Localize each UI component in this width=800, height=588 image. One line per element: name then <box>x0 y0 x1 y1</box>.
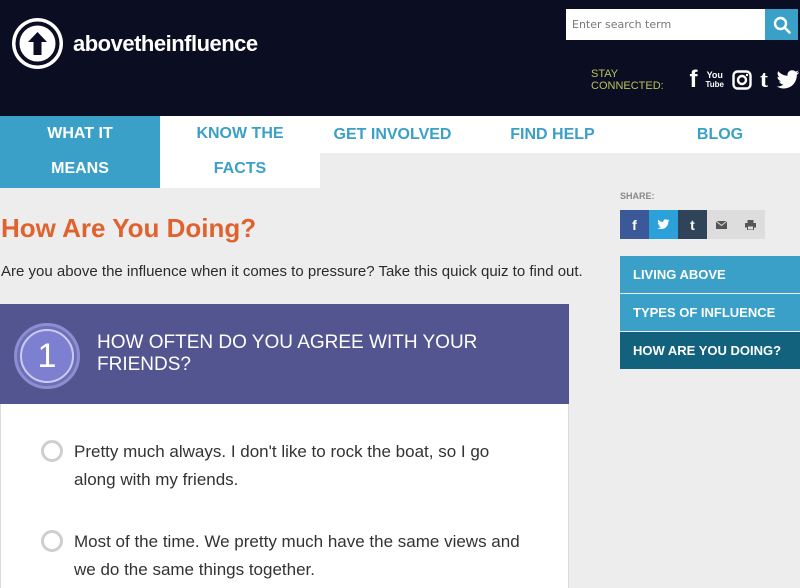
option-text: Pretty much always. I don't like to rock… <box>74 442 490 489</box>
nav-find-help[interactable]: FIND HELP <box>465 116 640 153</box>
nav-what-it-means-line1: WHAT IT <box>47 125 113 142</box>
logo-text: abovetheinfluence <box>73 30 258 56</box>
facebook-icon[interactable]: f <box>689 66 697 94</box>
nav-get-involved[interactable]: GET INVOLVED <box>320 116 465 153</box>
nav-what-it-means[interactable]: WHAT IT MEANS <box>0 116 160 188</box>
twitter-icon[interactable] <box>776 70 800 90</box>
nav-what-it-means-line2: MEANS <box>51 160 109 177</box>
share-buttons: f t <box>620 210 765 239</box>
site-logo[interactable]: abovetheinfluence <box>12 18 258 69</box>
sidebar-nav: LIVING ABOVE TYPES OF INFLUENCE HOW ARE … <box>620 256 800 370</box>
main-nav: WHAT IT MEANS KNOW THE FACTS GET INVOLVE… <box>0 116 800 188</box>
tumblr-icon[interactable]: t <box>760 67 768 94</box>
question-number: 1 <box>20 329 74 383</box>
share-tumblr-button[interactable]: t <box>678 210 707 239</box>
share-facebook-button[interactable]: f <box>620 210 649 239</box>
nav-blog[interactable]: BLOG <box>640 116 800 153</box>
print-icon <box>745 219 756 230</box>
search-button[interactable] <box>765 9 798 40</box>
option-text: Most of the time. We pretty much have th… <box>74 532 520 579</box>
facebook-icon: f <box>632 216 637 233</box>
quiz-options: Pretty much always. I don't like to rock… <box>0 404 569 588</box>
nav-know-the-facts-line1: KNOW THE <box>196 125 284 142</box>
tumblr-icon: t <box>690 216 695 233</box>
nav-rest <box>320 153 800 188</box>
sidebar-item-living-above[interactable]: LIVING ABOVE <box>620 256 800 293</box>
quiz-option[interactable]: Most of the time. We pretty much have th… <box>41 528 541 584</box>
question-text: HOW OFTEN DO YOU AGREE WITH YOUR FRIENDS… <box>97 332 478 375</box>
radio-button[interactable] <box>41 440 63 462</box>
youtube-icon-top: You <box>706 70 723 80</box>
up-arrow-logo-icon <box>12 18 63 69</box>
print-button[interactable] <box>736 210 765 239</box>
stay-connected: STAY CONNECTED: f You Tube t <box>591 66 800 94</box>
search-input[interactable] <box>566 9 765 40</box>
instagram-icon[interactable] <box>732 70 752 90</box>
nav-know-the-facts[interactable]: KNOW THE FACTS <box>160 116 320 188</box>
site-header: abovetheinfluence STAY CONNECTED: f You … <box>0 0 800 116</box>
stay-connected-label: STAY CONNECTED: <box>591 68 664 92</box>
quiz-option[interactable]: Pretty much always. I don't like to rock… <box>41 438 541 494</box>
nav-know-the-facts-line2: FACTS <box>213 160 267 177</box>
question-number-badge: 1 <box>14 323 80 389</box>
share-label: SHARE: <box>620 191 655 201</box>
sidebar-item-how-are-you-doing[interactable]: HOW ARE YOU DOING? <box>620 332 800 369</box>
sidebar-item-types-of-influence[interactable]: TYPES OF INFLUENCE <box>620 294 800 331</box>
radio-button[interactable] <box>41 530 63 552</box>
share-email-button[interactable] <box>707 210 736 239</box>
twitter-icon <box>657 219 670 230</box>
search-bar <box>566 9 798 40</box>
social-links: f You Tube t <box>689 66 800 94</box>
search-icon <box>773 16 791 34</box>
intro-text: Are you above the influence when it come… <box>1 263 583 280</box>
share-twitter-button[interactable] <box>649 210 678 239</box>
page-title: How Are You Doing? <box>1 213 257 243</box>
youtube-icon[interactable]: You Tube <box>705 70 724 90</box>
email-icon <box>716 220 727 229</box>
youtube-icon-bottom: Tube <box>705 80 724 89</box>
quiz-question-header: 1 HOW OFTEN DO YOU AGREE WITH YOUR FRIEN… <box>0 304 569 404</box>
